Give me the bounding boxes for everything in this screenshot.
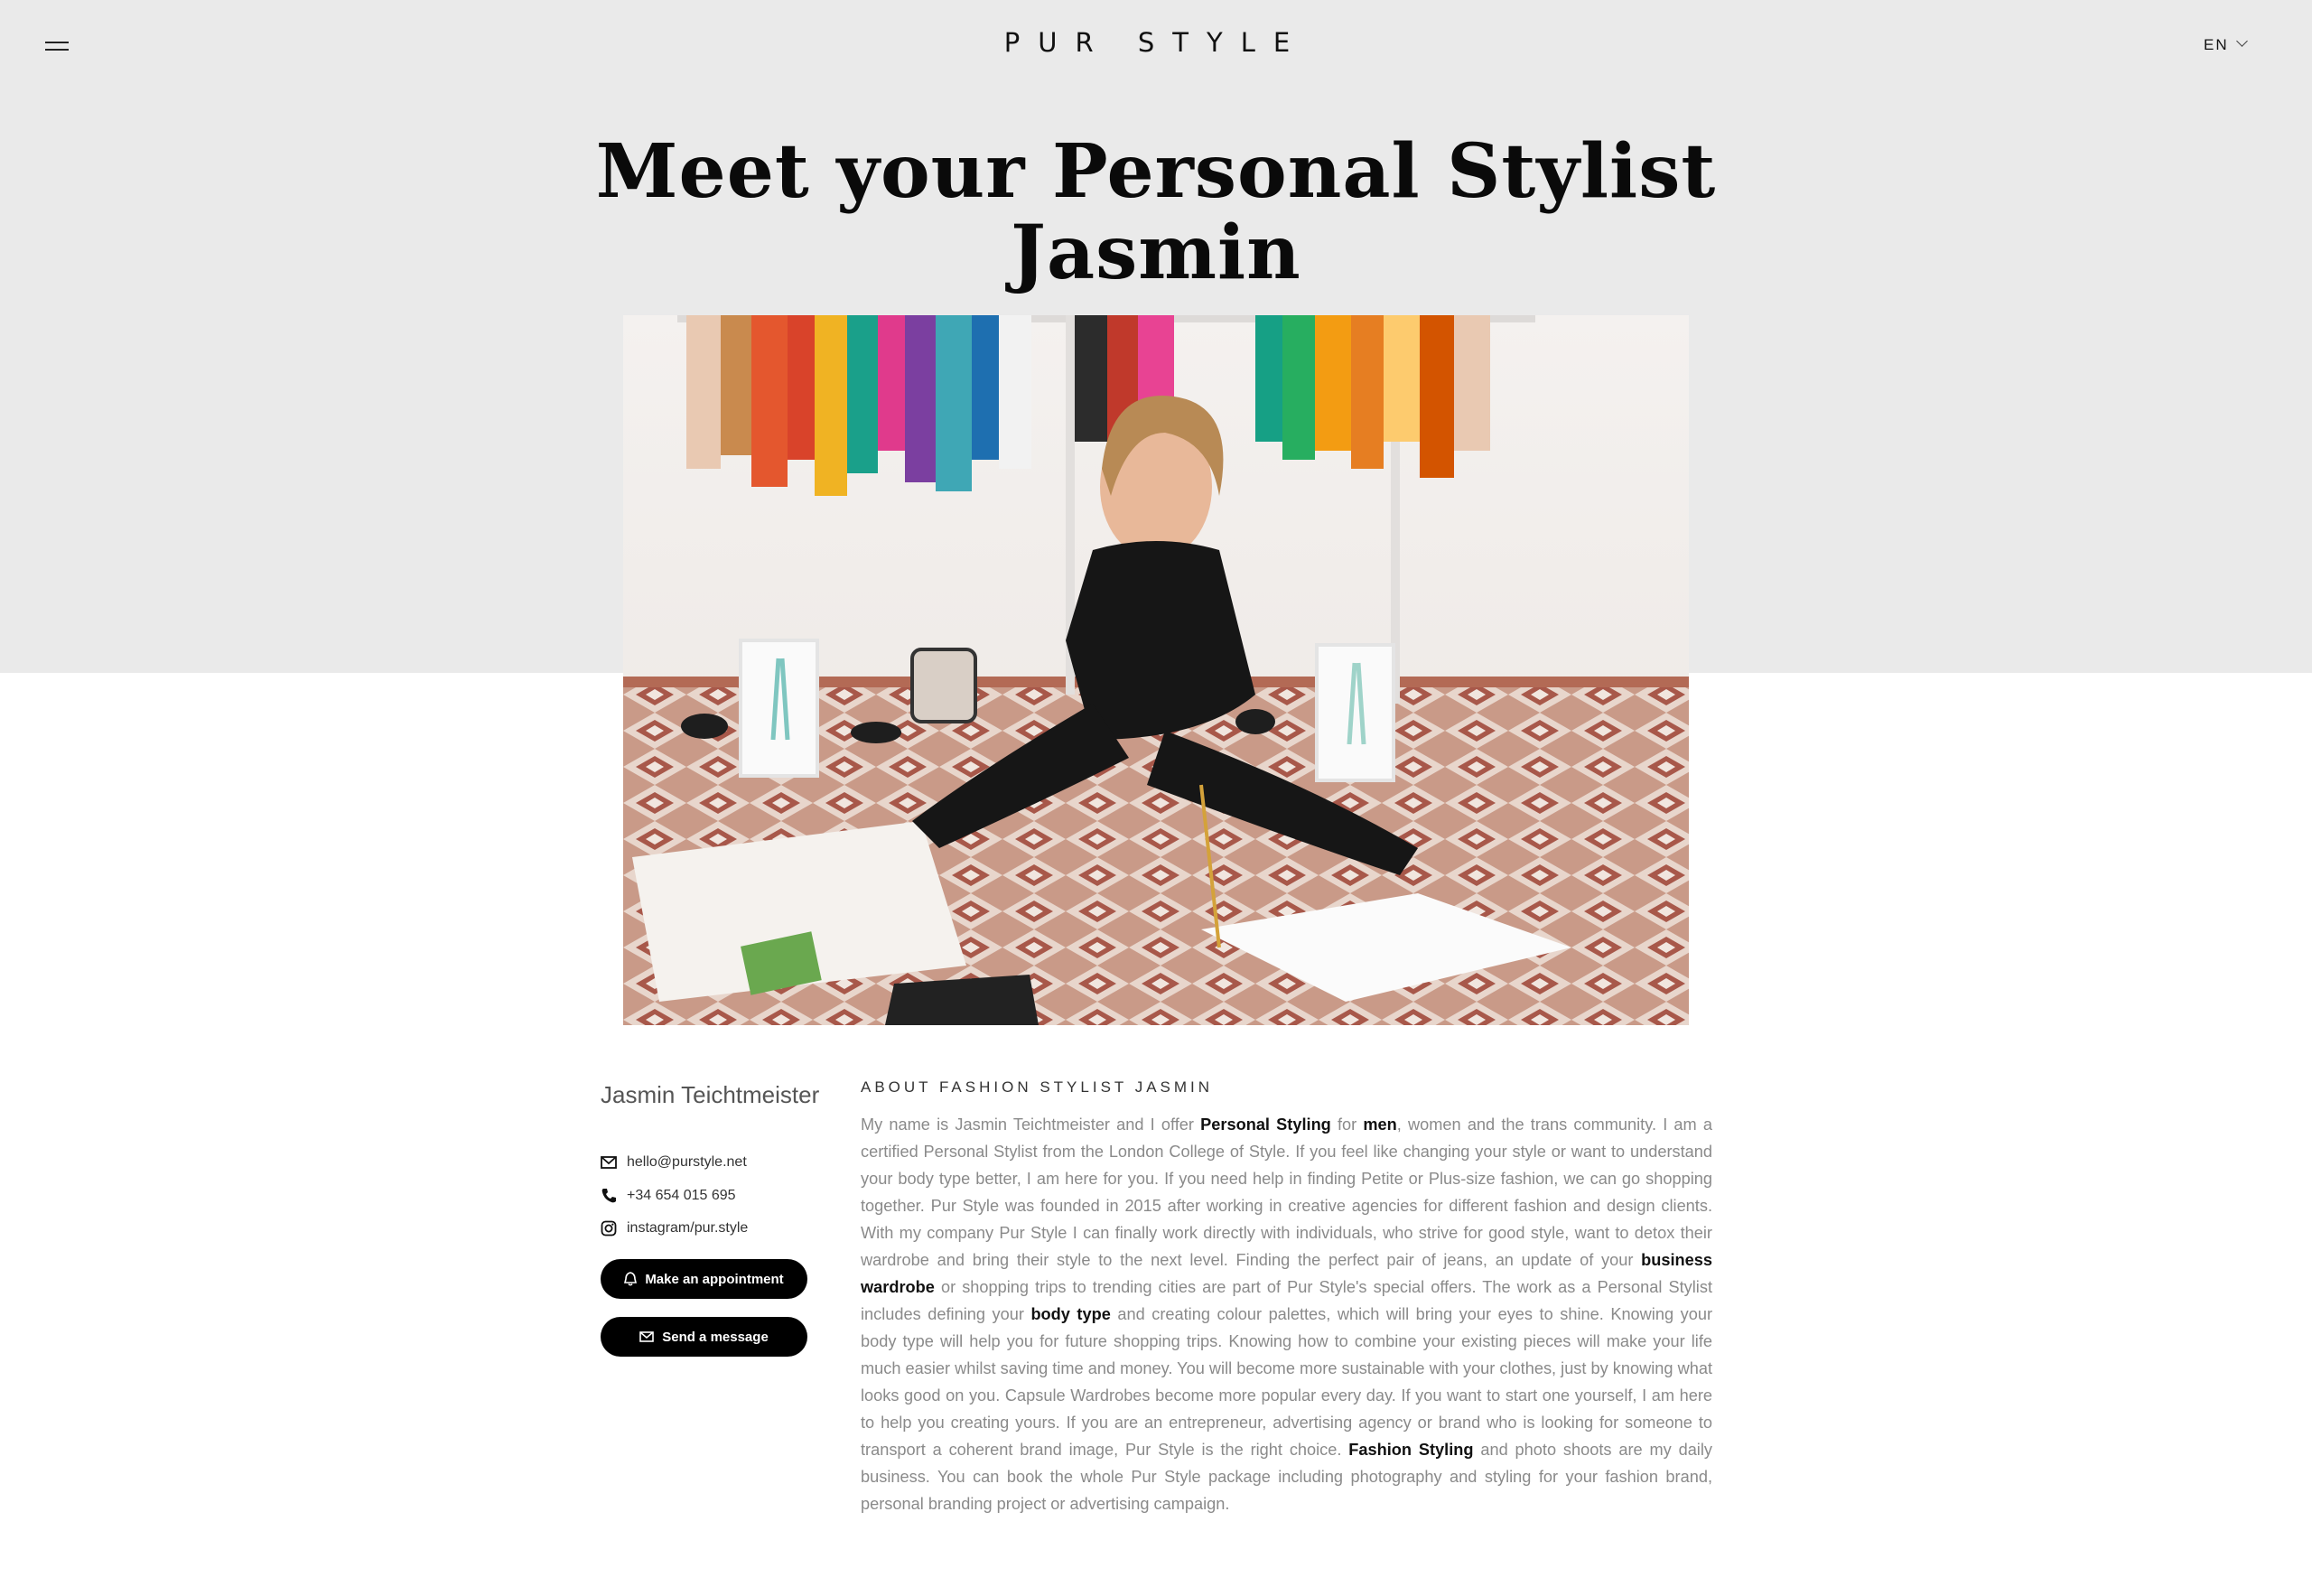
page-title: Meet your Personal Stylist Jasmin <box>0 131 2312 294</box>
page-title-line-2: Jasmin <box>1011 210 1301 296</box>
keyword-body-type[interactable]: body type <box>1030 1305 1110 1323</box>
envelope-icon <box>639 1331 655 1342</box>
contact-phone-text: +34 654 015 695 <box>627 1188 736 1203</box>
send-message-button[interactable]: Send a message <box>601 1317 807 1357</box>
keyword-men[interactable]: men <box>1363 1115 1396 1134</box>
keyword-personal-styling[interactable]: Personal Styling <box>1200 1115 1331 1134</box>
contact-email-text: hello@purstyle.net <box>627 1154 747 1170</box>
contact-phone[interactable]: +34 654 015 695 <box>601 1186 736 1206</box>
contact-instagram-text: instagram/pur.style <box>627 1220 749 1236</box>
stylist-name: Jasmin Teichtmeister <box>601 1081 820 1108</box>
chevron-down-icon <box>2235 35 2248 47</box>
about-text: and creating colour palettes, which will… <box>861 1305 1712 1459</box>
about-text: My name is Jasmin Teichtmeister and I of… <box>861 1115 1201 1134</box>
bell-icon <box>624 1272 638 1286</box>
envelope-icon <box>601 1156 617 1169</box>
instagram-icon <box>601 1220 617 1237</box>
contact-instagram[interactable]: instagram/pur.style <box>601 1218 748 1238</box>
language-selector[interactable]: EN <box>2204 35 2248 54</box>
page-title-line-1: Meet your Personal Stylist <box>595 128 1717 215</box>
site-logo[interactable]: PUR STYLE <box>0 27 2312 58</box>
about-text: , women and the trans community. I am a … <box>861 1115 1712 1269</box>
language-label: EN <box>2204 36 2229 53</box>
make-appointment-button[interactable]: Make an appointment <box>601 1259 807 1299</box>
send-message-label: Send a message <box>662 1329 769 1345</box>
phone-icon <box>601 1189 616 1203</box>
about-body: My name is Jasmin Teichtmeister and I of… <box>861 1111 1712 1517</box>
make-appointment-label: Make an appointment <box>645 1271 784 1287</box>
about-text: for <box>1330 1115 1364 1134</box>
keyword-fashion-styling[interactable]: Fashion Styling <box>1348 1441 1473 1459</box>
about-heading: ABOUT FASHION STYLIST JASMIN <box>861 1078 1214 1096</box>
stylist-photo <box>623 315 1689 1025</box>
contact-email[interactable]: hello@purstyle.net <box>601 1153 747 1172</box>
